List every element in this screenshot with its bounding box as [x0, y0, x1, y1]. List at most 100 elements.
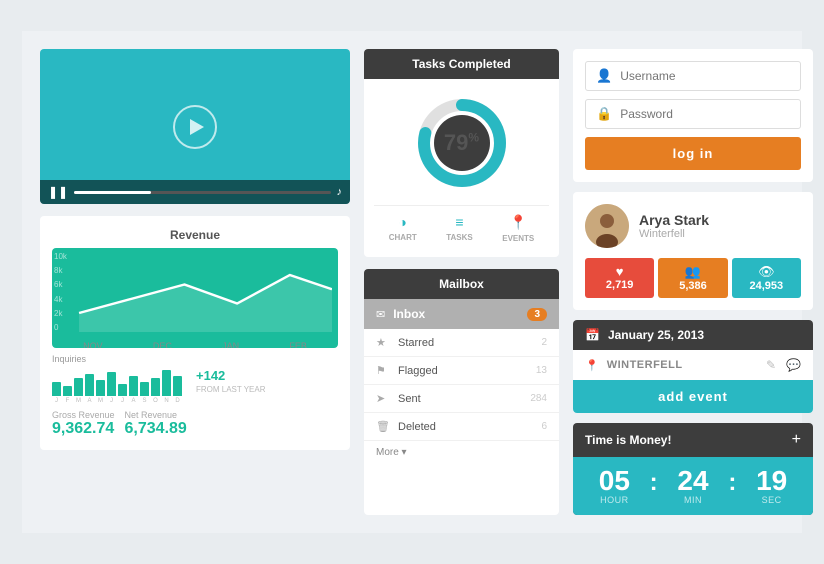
- tasks-tab-tasks[interactable]: ≡ TASKS: [446, 214, 473, 243]
- bar-month-label: A: [129, 398, 138, 404]
- timer-plus-button[interactable]: +: [792, 431, 801, 449]
- username-row: 👤: [585, 61, 801, 91]
- bar-item: [173, 376, 182, 396]
- video-controls: ❚❚ ♪: [40, 180, 350, 204]
- mailbox-item-flagged[interactable]: ⚑ Flagged 13: [364, 357, 559, 385]
- calendar-date: January 25, 2013: [608, 328, 704, 342]
- flagged-count: 13: [536, 365, 547, 376]
- profile-stat-users[interactable]: 👥 5,386: [658, 258, 727, 298]
- mailbox-item-deleted[interactable]: 🗑 Deleted 6: [364, 413, 559, 441]
- chat-icon[interactable]: 💬: [786, 358, 801, 372]
- middle-column: Tasks Completed 79%: [364, 49, 559, 515]
- sent-count: 284: [530, 393, 547, 404]
- profile-top: Arya Stark Winterfell: [585, 204, 801, 248]
- net-revenue-value: 6,734.89: [125, 420, 187, 438]
- sent-icon: ➤: [376, 392, 390, 405]
- username-input[interactable]: [620, 69, 790, 83]
- tasks-tabs: ◑ CHART ≡ TASKS 📍 EVENTS: [374, 205, 549, 243]
- revenue-stats-row: Gross Revenue 9,362.74 Net Revenue 6,734…: [52, 410, 338, 438]
- location-icon: 📍: [585, 359, 599, 372]
- stat-change: +142: [196, 368, 225, 383]
- y-label-2k: 2k: [54, 309, 67, 318]
- inquiries-label: Inquiries: [52, 354, 338, 364]
- tasks-tab-events[interactable]: 📍 EVENTS: [502, 214, 534, 243]
- progress-bar[interactable]: [74, 191, 330, 194]
- mailbox-more[interactable]: More ▾: [364, 441, 559, 464]
- revenue-chart: 10k 8k 6k 4k 2k 0 NOV DEC JAN FEB: [52, 248, 338, 348]
- gross-revenue-label: Gross Revenue: [52, 410, 115, 420]
- pause-button[interactable]: ❚❚: [48, 185, 68, 199]
- bar-month-label: M: [74, 398, 83, 404]
- calendar-header: 📅 January 25, 2013: [573, 320, 813, 350]
- timer-colon-1: :: [648, 469, 660, 503]
- inbox-row[interactable]: ✉ Inbox 3: [364, 299, 559, 329]
- bar-month-label: J: [118, 398, 127, 404]
- sent-label: Sent: [398, 393, 522, 405]
- video-player: ❚❚ ♪: [40, 49, 350, 204]
- y-label-6k: 6k: [54, 280, 67, 289]
- profile-stats: ♥ 2,719 👥 5,386 👁 24,953: [585, 258, 801, 298]
- mailbox-item-starred[interactable]: ★ Starred 2: [364, 329, 559, 357]
- tasks-body: 79% ◑ CHART ≡ TASKS 📍 EVENTS: [364, 79, 559, 257]
- events-tab-label: EVENTS: [502, 234, 534, 243]
- calendar-icon: 📅: [585, 328, 600, 342]
- donut-percent: 79%: [444, 130, 479, 155]
- x-label-jan: JAN: [222, 341, 239, 348]
- timer-card: Time is Money! + 05 HOUR : 24 MIN : 19 S…: [573, 423, 813, 515]
- bar-item: [162, 370, 171, 396]
- mailbox-item-sent[interactable]: ➤ Sent 284: [364, 385, 559, 413]
- deleted-label: Deleted: [398, 421, 533, 433]
- right-column: 👤 🔒 log in Arya Stark: [573, 49, 813, 515]
- chart-icon: ◑: [399, 214, 407, 230]
- flagged-label: Flagged: [398, 365, 528, 377]
- revenue-card: Revenue 10k 8k 6k 4k 2k 0 NOV DEC JA: [40, 216, 350, 450]
- edit-icon[interactable]: ✎: [766, 358, 776, 372]
- users-value: 5,386: [662, 280, 723, 292]
- donut-center: 79%: [444, 130, 479, 156]
- timer-seconds: 19 SEC: [738, 467, 805, 505]
- minutes-value: 24: [677, 467, 708, 495]
- user-icon: 👤: [596, 68, 612, 84]
- profile-stat-views[interactable]: 👁 24,953: [732, 258, 801, 298]
- profile-name: Arya Stark: [639, 212, 709, 228]
- play-button[interactable]: [173, 105, 217, 149]
- add-event-button[interactable]: add event: [573, 380, 813, 413]
- bar-item: [129, 376, 138, 396]
- bar-item: [85, 374, 94, 396]
- inbox-icon: ✉: [376, 308, 385, 321]
- heart-value: 2,719: [589, 279, 650, 291]
- bar-month-label: M: [96, 398, 105, 404]
- starred-label: Starred: [398, 337, 533, 349]
- bar-item: [151, 378, 160, 396]
- heart-icon: ♥: [589, 264, 650, 279]
- bar-month-label: N: [162, 398, 171, 404]
- users-icon: 👥: [662, 264, 723, 280]
- timer-hours: 05 HOUR: [581, 467, 648, 505]
- stat-change-label: FROM LAST YEAR: [196, 385, 266, 394]
- volume-icon[interactable]: ♪: [337, 186, 343, 198]
- bar-item: [52, 382, 61, 396]
- bar-month-label: S: [140, 398, 149, 404]
- tasks-tab-chart[interactable]: ◑ CHART: [389, 214, 417, 243]
- bar-months: JFMAMJJASOND: [52, 398, 182, 404]
- profile-stat-heart[interactable]: ♥ 2,719: [585, 258, 654, 298]
- eye-icon: 👁: [736, 264, 797, 280]
- x-label-dec: DEC: [153, 341, 172, 348]
- flag-icon: ⚑: [376, 364, 390, 377]
- star-icon: ★: [376, 336, 390, 349]
- inbox-label: Inbox: [393, 307, 519, 321]
- inbox-badge: 3: [527, 308, 547, 321]
- calendar-actions: 📍 WINTERFELL ✎ 💬: [573, 350, 813, 380]
- bar-chart: [52, 368, 182, 396]
- tasks-icon: ≡: [455, 214, 463, 230]
- login-card: 👤 🔒 log in: [573, 49, 813, 182]
- progress-fill: [74, 191, 151, 194]
- donut-chart: 79%: [412, 93, 512, 193]
- password-input[interactable]: [620, 107, 790, 121]
- bar-month-label: O: [151, 398, 160, 404]
- x-label-nov: NOV: [83, 341, 103, 348]
- login-button[interactable]: log in: [585, 137, 801, 170]
- calendar-card: 📅 January 25, 2013 📍 WINTERFELL ✎ 💬 add …: [573, 320, 813, 413]
- profile-card: Arya Stark Winterfell ♥ 2,719 👥 5,386 👁 …: [573, 192, 813, 310]
- mailbox-card: Mailbox ✉ Inbox 3 ★ Starred 2 ⚑ Flagged …: [364, 269, 559, 515]
